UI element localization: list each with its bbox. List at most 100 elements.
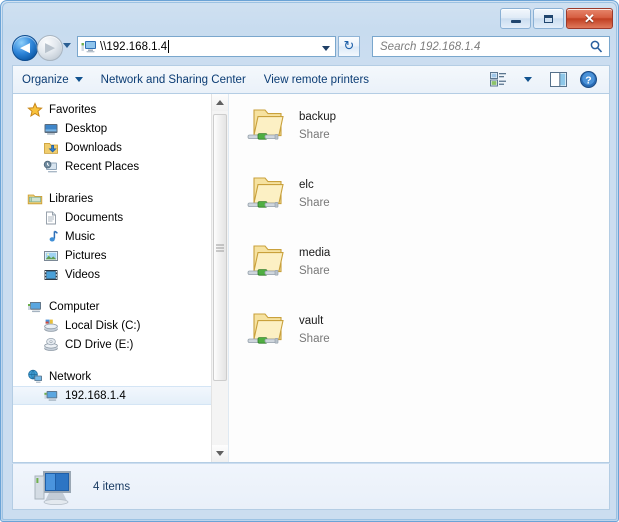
preview-pane-button[interactable] — [545, 69, 571, 91]
music-icon — [43, 229, 59, 245]
change-view-button[interactable] — [485, 69, 511, 91]
navigation-pane: Favorites Desktop Downloads Recent Place… — [13, 94, 228, 462]
sidebar-label: Music — [65, 230, 96, 243]
hard-disk-icon — [43, 318, 59, 334]
command-toolbar: Organize Network and Sharing Center View… — [12, 65, 610, 93]
network-share-folder-icon — [245, 172, 289, 214]
file-item-text: vault Share — [299, 306, 330, 347]
refresh-icon: ↻ — [343, 39, 355, 54]
window-controls: ✕ — [500, 8, 613, 29]
sidebar-item-local-disk-c[interactable]: Local Disk (C:) — [13, 316, 228, 335]
libraries-icon — [27, 191, 43, 207]
search-placeholder-text: Search 192.168.1.4 — [380, 40, 481, 53]
scroll-down-button[interactable] — [212, 445, 228, 462]
change-view-dropdown[interactable] — [515, 69, 541, 91]
search-icon — [590, 40, 603, 53]
sidebar-group-libraries[interactable]: Libraries — [13, 189, 228, 208]
file-item-text: backup Share — [299, 102, 336, 143]
file-name: media — [299, 247, 331, 259]
help-button[interactable]: ? — [575, 69, 601, 91]
sidebar-label: Libraries — [49, 192, 94, 205]
scrollbar-grip-icon — [216, 242, 224, 253]
scroll-up-button[interactable] — [212, 94, 228, 111]
search-input[interactable]: Search 192.168.1.4 — [372, 36, 610, 57]
network-share-folder-icon — [245, 104, 289, 146]
sidebar-item-documents[interactable]: Documents — [13, 208, 228, 227]
sidebar-label: Documents — [65, 211, 124, 224]
back-button[interactable]: ◀ — [12, 35, 38, 61]
file-name: elc — [299, 179, 314, 191]
refresh-button[interactable]: ↻ — [338, 36, 360, 57]
scrollbar-thumb[interactable] — [213, 114, 227, 381]
forward-button[interactable]: ▶ — [37, 35, 63, 61]
sidebar-item-music[interactable]: Music — [13, 227, 228, 246]
computer-icon — [29, 467, 75, 507]
view-printers-label: View remote printers — [263, 73, 370, 86]
organize-label: Organize — [22, 73, 69, 86]
chevron-down-icon — [216, 451, 224, 456]
sidebar-label: Pictures — [65, 249, 107, 262]
file-item-media[interactable]: media Share — [245, 238, 445, 292]
file-type: Share — [299, 265, 330, 277]
network-computer-icon — [81, 40, 97, 54]
sidebar-label: Local Disk (C:) — [65, 319, 141, 332]
sidebar-item-desktop[interactable]: Desktop — [13, 119, 228, 138]
file-item-backup[interactable]: backup Share — [245, 102, 445, 156]
address-path-text: \\192.168.1.4 — [100, 40, 168, 53]
chevron-up-icon — [216, 100, 224, 105]
network-share-folder-icon — [245, 240, 289, 282]
recent-places-icon — [43, 159, 59, 175]
address-bar-row: ◀ ▶ \\192.168.1.4 ↻ Search 192.168.1.4 — [3, 31, 616, 63]
maximize-icon — [544, 14, 553, 23]
sidebar-label: Recent Places — [65, 160, 140, 173]
navigation-scrollbar[interactable] — [211, 94, 228, 462]
sidebar-group-favorites[interactable]: Favorites — [13, 100, 228, 119]
title-bar: ✕ — [3, 3, 616, 31]
maximize-button[interactable] — [533, 8, 564, 29]
explorer-window: ✕ ◀ ▶ \\192.168.1.4 ↻ Search 192.168.1.4… — [0, 0, 619, 522]
close-button[interactable]: ✕ — [566, 8, 613, 29]
recent-pages-dropdown-icon[interactable] — [63, 43, 71, 48]
window-frame-inner: ✕ ◀ ▶ \\192.168.1.4 ↻ Search 192.168.1.4… — [2, 2, 617, 520]
file-type: Share — [299, 333, 330, 345]
address-input[interactable]: \\192.168.1.4 — [77, 36, 336, 57]
star-icon — [27, 101, 43, 118]
close-icon: ✕ — [584, 11, 595, 26]
sidebar-item-pictures[interactable]: Pictures — [13, 246, 228, 265]
sidebar-item-192-168-1-4[interactable]: 192.168.1.4 — [13, 386, 228, 405]
minimize-button[interactable] — [500, 8, 531, 29]
sidebar-group-network[interactable]: Network — [13, 367, 228, 386]
file-item-elc[interactable]: elc Share — [245, 170, 445, 224]
forward-arrow-icon: ▶ — [45, 40, 55, 56]
text-cursor — [168, 40, 170, 53]
sidebar-label: Desktop — [65, 122, 108, 135]
network-sharing-center-button[interactable]: Network and Sharing Center — [92, 69, 255, 91]
sidebar-item-recent-places[interactable]: Recent Places — [13, 157, 228, 176]
sidebar-label: Videos — [65, 268, 100, 281]
documents-icon — [43, 210, 59, 226]
chevron-down-icon — [74, 77, 83, 82]
sidebar-item-downloads[interactable]: Downloads — [13, 138, 228, 157]
network-sharing-label: Network and Sharing Center — [100, 73, 246, 86]
explorer-body: Favorites Desktop Downloads Recent Place… — [12, 93, 610, 463]
sidebar-item-videos[interactable]: Videos — [13, 265, 228, 284]
sidebar-label: Computer — [49, 300, 100, 313]
address-dropdown-icon[interactable] — [322, 46, 330, 51]
view-remote-printers-button[interactable]: View remote printers — [255, 69, 378, 91]
file-type: Share — [299, 197, 330, 209]
sidebar-group-computer[interactable]: Computer — [13, 297, 228, 316]
file-item-text: media Share — [299, 238, 330, 279]
network-computer-icon — [43, 388, 59, 404]
file-list-pane[interactable]: backup Share elc Share media Share vault… — [229, 94, 609, 462]
navigation-tree: Favorites Desktop Downloads Recent Place… — [13, 100, 228, 405]
pictures-icon — [43, 248, 59, 264]
minimize-icon — [510, 20, 521, 23]
sidebar-item-cd-drive-e[interactable]: CD Drive (E:) — [13, 335, 228, 354]
file-item-vault[interactable]: vault Share — [245, 306, 445, 360]
sidebar-label: CD Drive (E:) — [65, 338, 134, 351]
desktop-icon — [43, 121, 59, 137]
organize-button[interactable]: Organize — [13, 69, 92, 91]
